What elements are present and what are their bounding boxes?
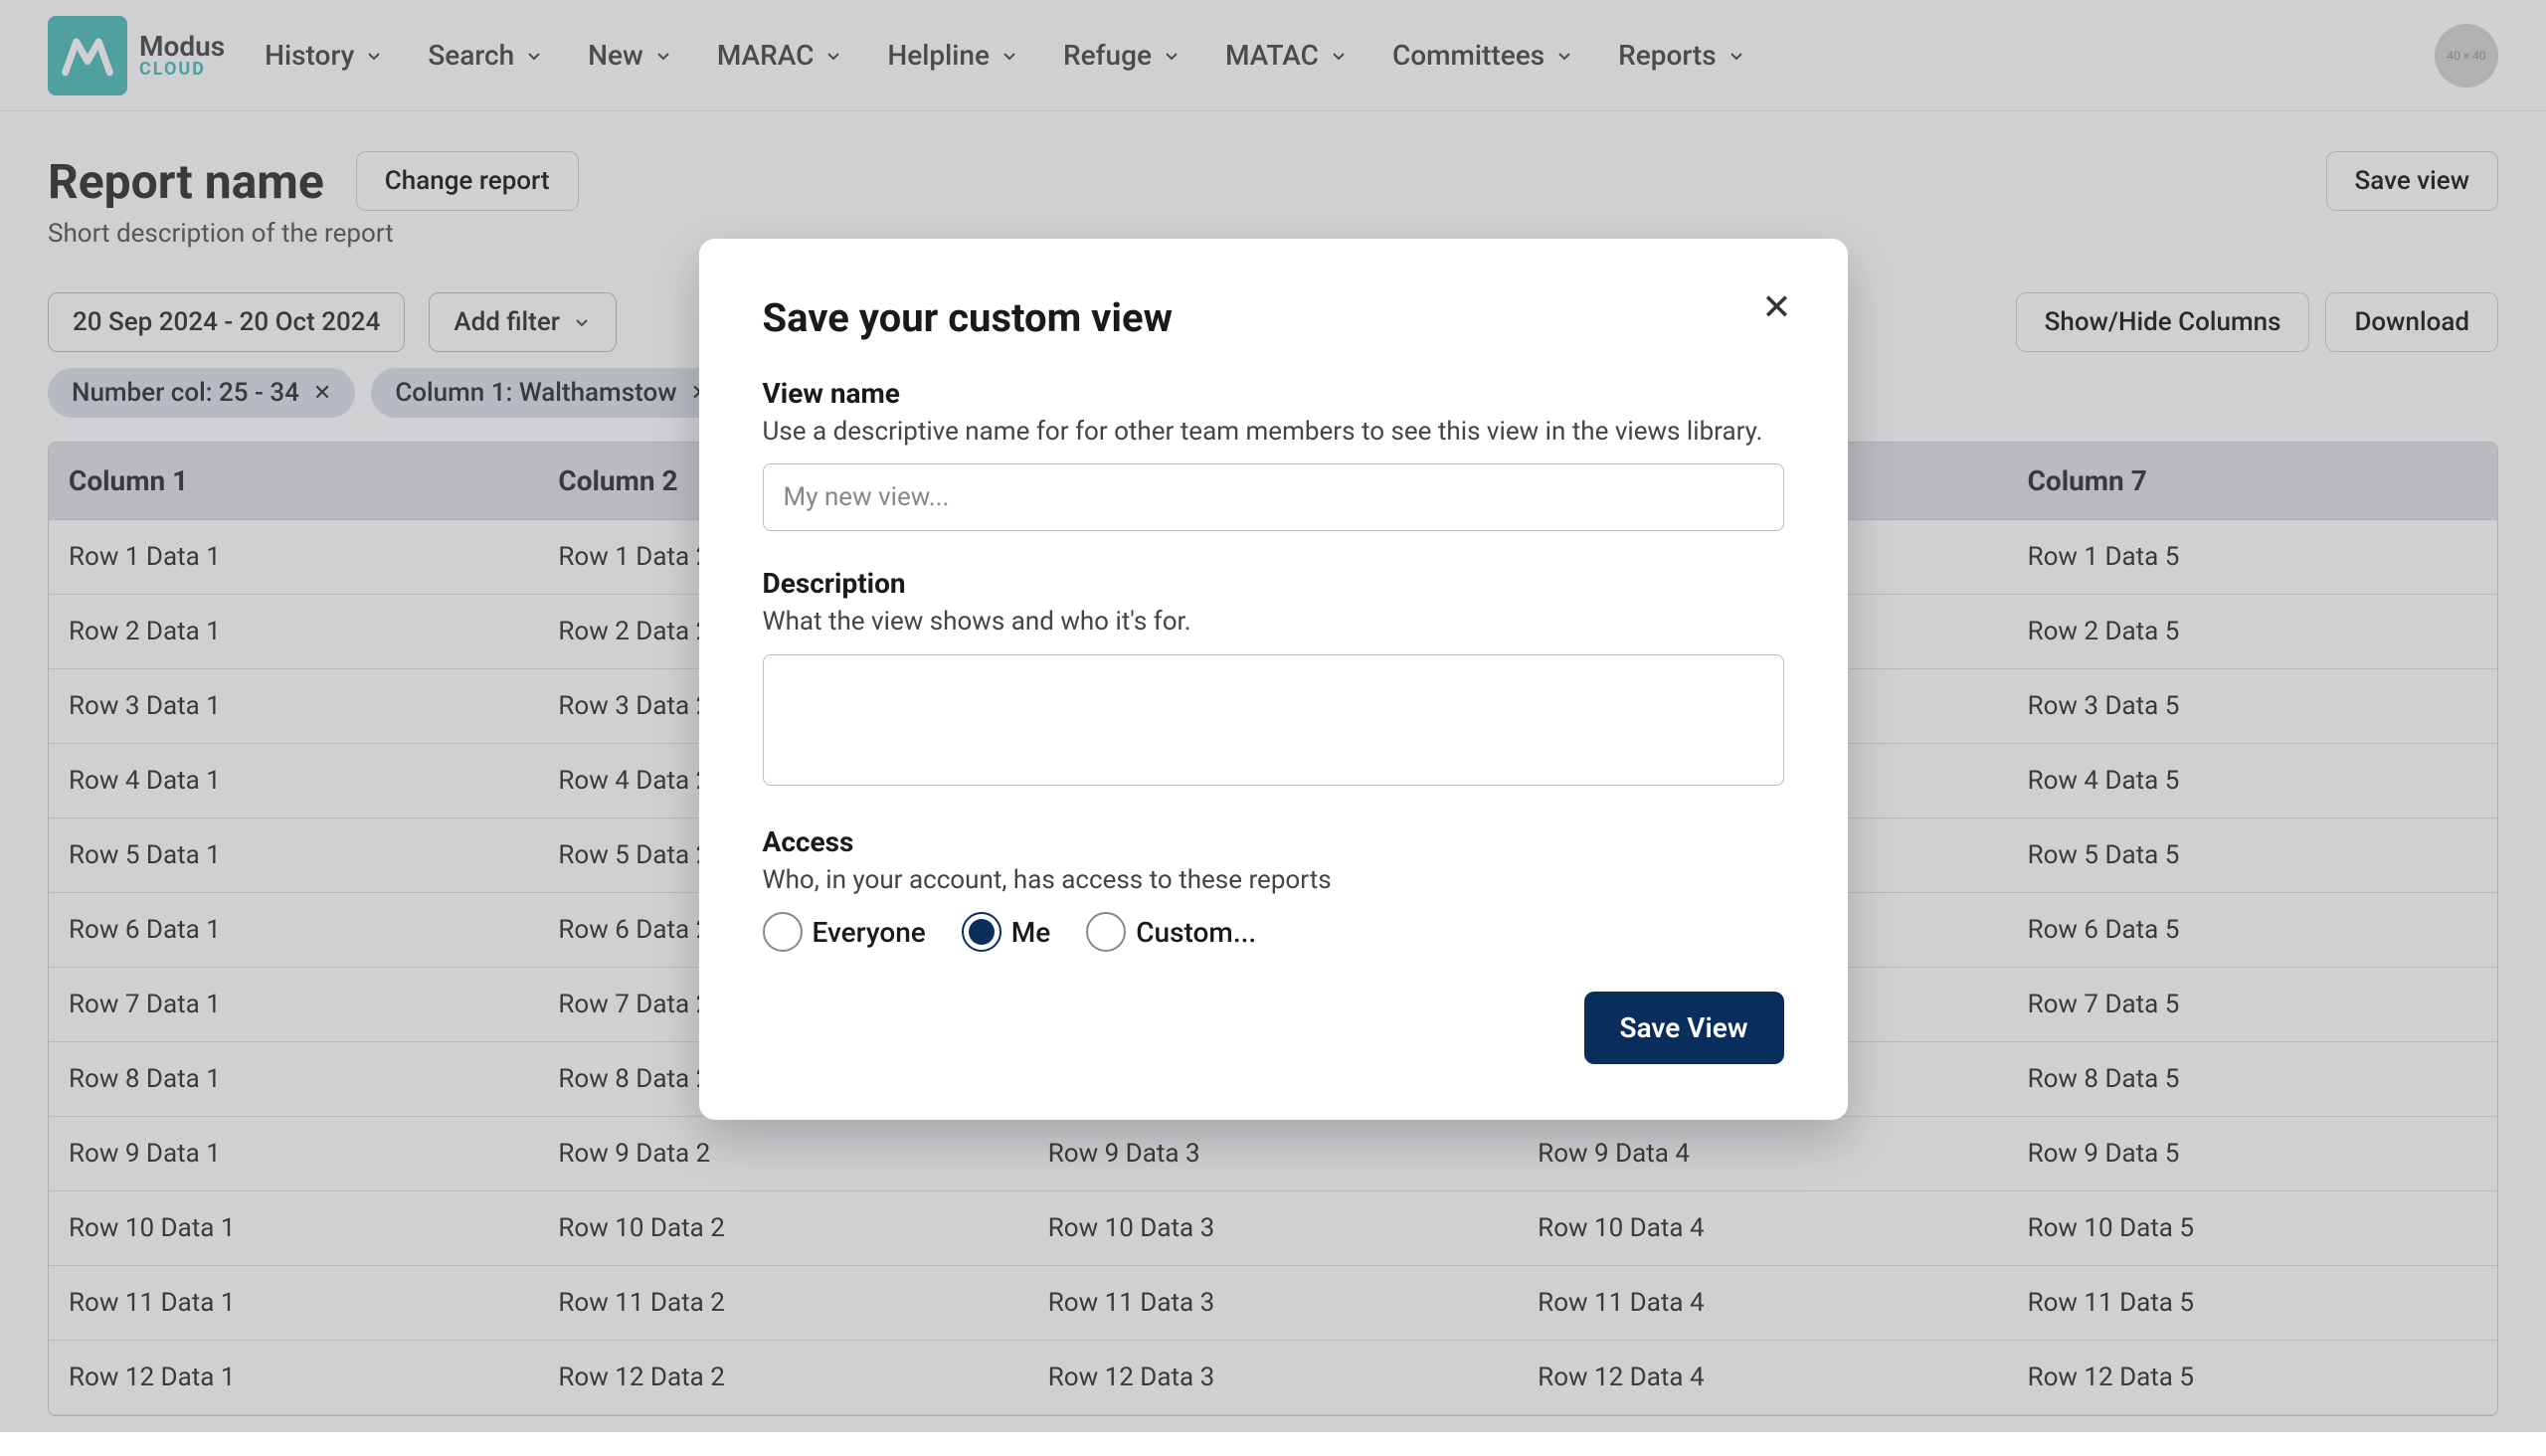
- radio-icon: [1086, 912, 1126, 952]
- access-hint: Who, in your account, has access to thes…: [763, 862, 1784, 898]
- view-name-label: View name: [763, 377, 1784, 410]
- radio-icon: [962, 912, 1001, 952]
- view-name-hint: Use a descriptive name for for other tea…: [763, 414, 1784, 450]
- radio-label: Me: [1011, 916, 1050, 949]
- close-icon[interactable]: ✕: [1761, 286, 1791, 328]
- save-view-modal: ✕ Save your custom view View name Use a …: [699, 239, 1848, 1120]
- radio-icon: [763, 912, 803, 952]
- modal-overlay[interactable]: ✕ Save your custom view View name Use a …: [0, 0, 2546, 1432]
- description-input[interactable]: [763, 654, 1784, 786]
- access-radio-me[interactable]: Me: [962, 912, 1050, 952]
- view-name-input[interactable]: [763, 463, 1784, 531]
- radio-label: Custom...: [1136, 916, 1256, 949]
- modal-footer: Save View: [763, 992, 1784, 1064]
- access-label: Access: [763, 825, 1784, 858]
- access-radio-group: Everyone Me Custom...: [763, 912, 1784, 952]
- modal-title: Save your custom view: [763, 294, 1784, 341]
- access-radio-custom[interactable]: Custom...: [1086, 912, 1256, 952]
- description-label: Description: [763, 567, 1784, 600]
- access-radio-everyone[interactable]: Everyone: [763, 912, 926, 952]
- description-hint: What the view shows and who it's for.: [763, 604, 1784, 639]
- save-view-submit-button[interactable]: Save View: [1584, 992, 1784, 1064]
- radio-label: Everyone: [813, 916, 926, 949]
